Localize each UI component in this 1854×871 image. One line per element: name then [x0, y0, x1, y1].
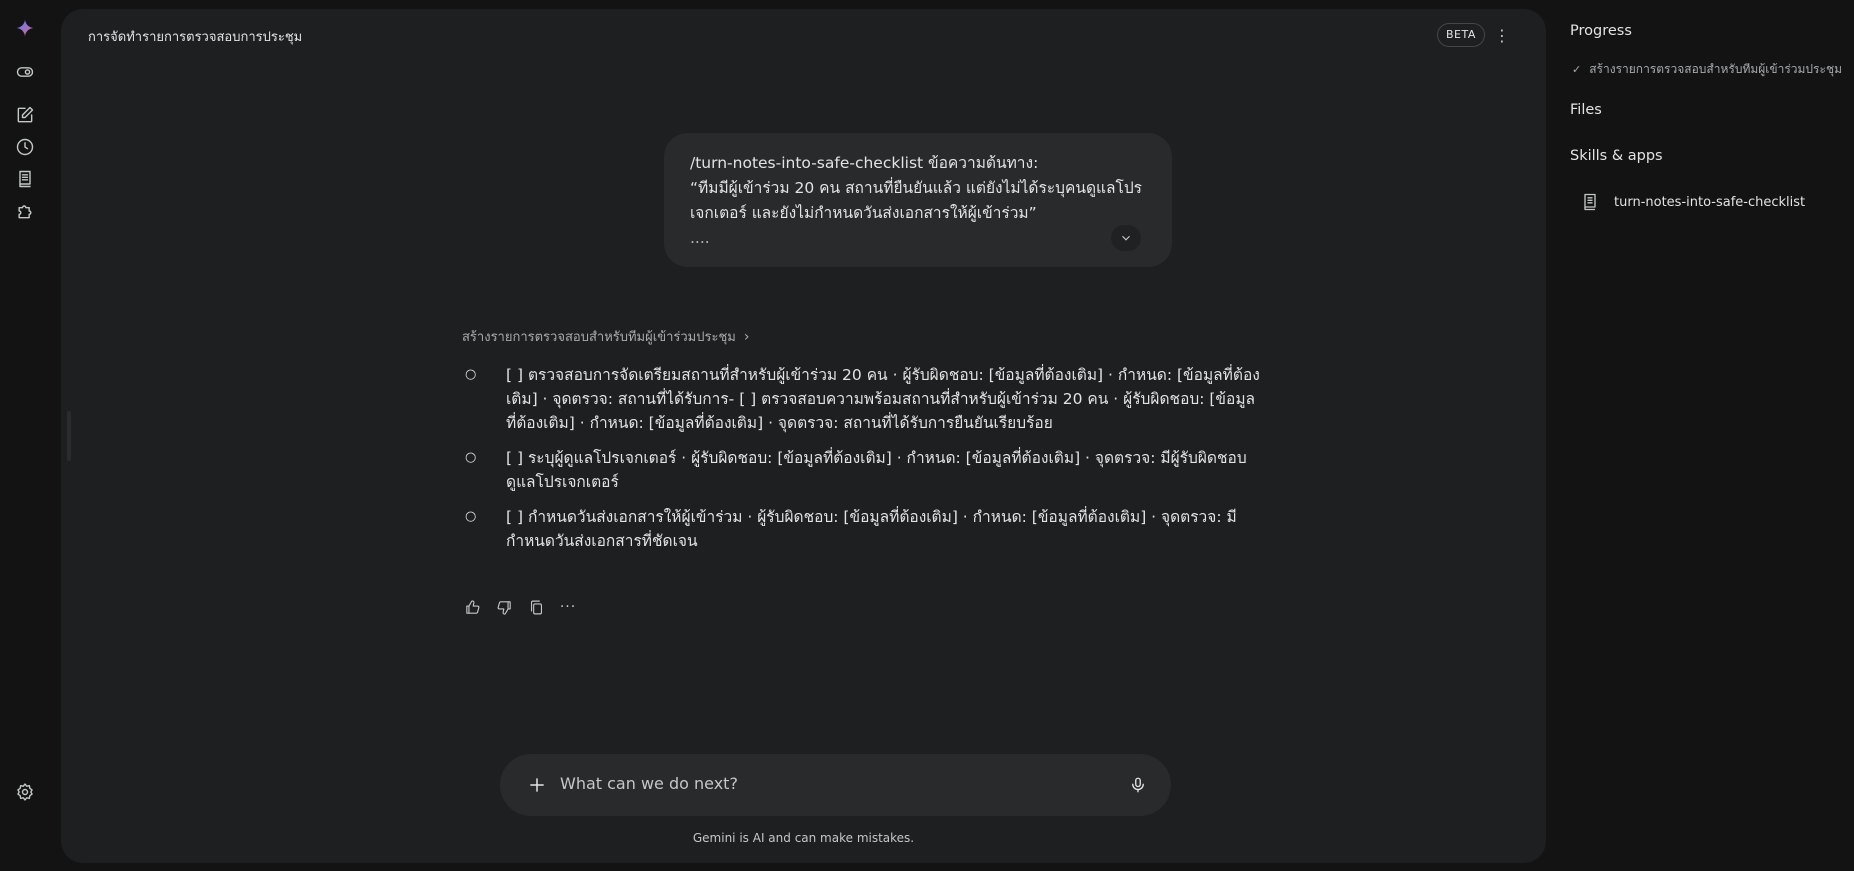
copy-icon[interactable]: [526, 597, 546, 617]
list-item: ○ [ ] กำหนดวันส่งเอกสารให้ผู้เข้าร่วม · …: [463, 505, 1263, 553]
right-sidebar: Progress ✓ สร้างรายการตรวจสอบสำหรับทีมผู…: [1570, 0, 1854, 871]
bullet-icon: ○: [465, 509, 477, 524]
expand-message-button[interactable]: [1111, 225, 1141, 251]
chevron-down-icon: [1122, 235, 1130, 241]
settings-icon[interactable]: [12, 779, 38, 805]
files-heading: Files: [1570, 102, 1602, 118]
response-list: ○ [ ] ตรวจสอบการจัดเตรียมสถานที่สำหรับผู…: [463, 363, 1263, 564]
list-item: ○ [ ] ระบุผู้ดูแลโปรเจกเตอร์ · ผู้รับผิด…: [463, 446, 1263, 494]
plus-icon[interactable]: [525, 773, 549, 797]
user-message-line: เจกเตอร์ และยังไม่กำหนดวันส่งเอกสารให้ผู…: [690, 204, 1037, 222]
gemini-logo-icon[interactable]: [12, 15, 38, 41]
conversation-title: การจัดทำรายการตรวจสอบการประชุม: [88, 30, 303, 45]
microphone-icon[interactable]: [1126, 773, 1150, 797]
progress-heading: Progress: [1570, 23, 1632, 39]
thought-summary-toggle[interactable]: สร้างรายการตรวจสอบสำหรับทีมผู้เข้าร่วมปร…: [462, 326, 749, 347]
user-message-line: /turn-notes-into-safe-checklist ข้อความต…: [690, 154, 1039, 172]
disclaimer-text: Gemini is AI and can make mistakes.: [692, 831, 915, 845]
prompt-composer[interactable]: What can we do next?: [500, 754, 1171, 816]
extensions-icon[interactable]: [12, 198, 38, 224]
new-chat-icon[interactable]: [12, 102, 38, 128]
list-item-text: [ ] ตรวจสอบการจัดเตรียมสถานที่สำหรับผู้เ…: [506, 366, 1260, 432]
prompt-input[interactable]: What can we do next?: [560, 774, 738, 793]
chevron-right-icon: ›: [743, 328, 750, 345]
user-message-line: “ทีมมีผู้เข้าร่วม 20 คน สถานที่ยืนยันแล้…: [690, 179, 1142, 197]
list-item-text: [ ] ระบุผู้ดูแลโปรเจกเตอร์ · ผู้รับผิดชอ…: [506, 449, 1247, 491]
more-horizontal-icon[interactable]: ···: [558, 597, 578, 617]
progress-item-label: สร้างรายการตรวจสอบสำหรับทีมผู้เข้าร่วมปร…: [1589, 62, 1842, 76]
thought-label: สร้างรายการตรวจสอบสำหรับทีมผู้เข้าร่วมปร…: [462, 330, 736, 345]
toggle-icon[interactable]: [12, 59, 38, 85]
user-message-bubble: /turn-notes-into-safe-checklist ข้อความต…: [664, 133, 1172, 267]
list-item-text: [ ] กำหนดวันส่งเอกสารให้ผู้เข้าร่วม · ผู…: [506, 508, 1237, 550]
list-item: ○ [ ] ตรวจสอบการจัดเตรียมสถานที่สำหรับผู…: [463, 363, 1263, 435]
resize-handle[interactable]: [67, 411, 71, 461]
skill-item[interactable]: turn-notes-into-safe-checklist: [1580, 192, 1805, 212]
bubble-fade: [664, 237, 1172, 267]
bullet-icon: ○: [465, 450, 477, 465]
response-actions: ···: [462, 597, 578, 617]
more-vertical-icon[interactable]: ⋮: [1492, 25, 1512, 45]
skill-name: turn-notes-into-safe-checklist: [1614, 194, 1806, 210]
thumbs-up-icon[interactable]: [462, 597, 482, 617]
left-rail: [0, 0, 50, 871]
skills-heading: Skills & apps: [1570, 148, 1663, 164]
history-icon[interactable]: [12, 134, 38, 160]
notebook-icon[interactable]: [12, 166, 38, 192]
bullet-icon: ○: [465, 367, 477, 382]
thumbs-down-icon[interactable]: [494, 597, 514, 617]
beta-badge: BETA: [1437, 23, 1485, 47]
progress-item: ✓ สร้างรายการตรวจสอบสำหรับทีมผู้เข้าร่วม…: [1572, 60, 1842, 79]
main-panel: การจัดทำรายการตรวจสอบการประชุม BETA ⋮ /t…: [61, 9, 1546, 863]
check-icon: ✓: [1572, 63, 1582, 76]
document-icon: [1584, 193, 1596, 211]
